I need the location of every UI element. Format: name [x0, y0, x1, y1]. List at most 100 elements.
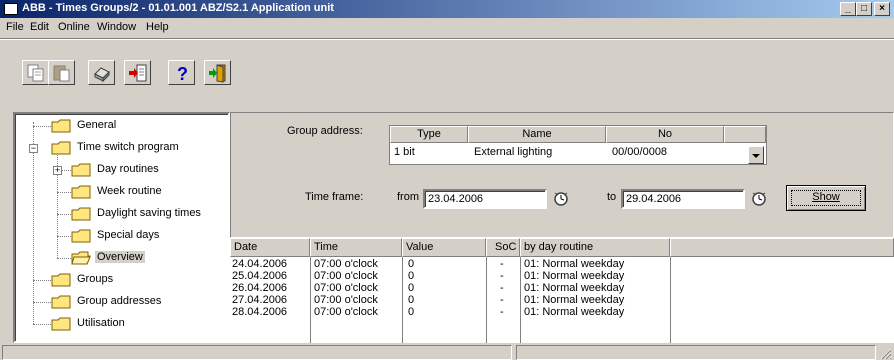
copy-button[interactable]: [22, 60, 49, 85]
menu-online[interactable]: Online: [58, 21, 90, 33]
from-date-field[interactable]: 23.04.2006: [423, 189, 547, 209]
group-address-header-blank: [724, 126, 766, 143]
folder-icon: [51, 273, 71, 287]
tree-item-label: Groups: [77, 273, 114, 285]
table-row[interactable]: 26.04.2006 07:00 o'clock 0 - 01: Normal …: [230, 282, 894, 294]
folder-icon: [71, 229, 91, 243]
cell-day-routine: 01: Normal weekday: [524, 306, 625, 318]
cell-day-routine: 01: Normal weekday: [524, 282, 625, 294]
column-header-time[interactable]: Time: [310, 238, 402, 257]
status-pane-main: [2, 345, 512, 360]
cell-soc: -: [500, 306, 504, 318]
table-row[interactable]: 27.04.2006 07:00 o'clock 0 - 01: Normal …: [230, 294, 894, 306]
time-frame-label: Time frame:: [305, 191, 364, 203]
column-header-blank: [670, 238, 894, 257]
help-icon: ?: [177, 64, 188, 83]
title-bar[interactable]: ABB - Times Groups/2 - 01.01.001 ABZ/S2.…: [0, 0, 894, 18]
tree-line: [33, 280, 51, 281]
import-button[interactable]: [124, 60, 151, 85]
help-button[interactable]: ?: [168, 60, 195, 85]
column-header-soc[interactable]: SoC: [486, 238, 520, 257]
column-header-day-routine[interactable]: by day routine: [520, 238, 670, 257]
group-address-header-name: Name: [468, 126, 606, 143]
group-address-header-no: No: [606, 126, 724, 143]
application-window: ABB - Times Groups/2 - 01.01.001 ABZ/S2.…: [0, 0, 894, 360]
paste-icon: [53, 65, 70, 82]
group-address-dropdown-button[interactable]: [748, 146, 764, 164]
folder-icon: [71, 185, 91, 199]
to-calendar-button[interactable]: [751, 191, 767, 207]
import-icon: [129, 64, 147, 82]
show-button[interactable]: Show: [786, 185, 866, 211]
folder-icon: [51, 141, 71, 155]
folder-icon: [51, 119, 71, 133]
from-calendar-button[interactable]: [553, 191, 569, 207]
tree-item-label: Daylight saving times: [97, 207, 201, 219]
tree-line: [33, 324, 51, 325]
navigation-tree: − + General Time switch program Day rout…: [13, 112, 230, 343]
menu-help[interactable]: Help: [146, 21, 169, 33]
cell-value: 0: [408, 294, 415, 306]
tree-item-label: Week routine: [97, 185, 162, 197]
cell-value: 0: [408, 306, 415, 318]
open-folder-icon: [71, 251, 91, 265]
group-address-type: 1 bit: [394, 146, 415, 158]
tree-item-label: General: [77, 119, 117, 131]
clock-icon: [554, 192, 568, 206]
group-address-name: External lighting: [474, 146, 553, 158]
cell-date: 25.04.2006: [232, 270, 288, 282]
tree-item-label: Utilisation: [77, 317, 125, 329]
svg-text:?: ?: [177, 64, 188, 83]
group-address-combo[interactable]: Type Name No 1 bit External lighting 00/…: [389, 125, 767, 165]
tree-line: [57, 236, 71, 237]
print-icon: [94, 67, 110, 83]
close-button[interactable]: ×: [874, 2, 890, 16]
expand-icon[interactable]: +: [53, 166, 62, 175]
column-header-value[interactable]: Value: [402, 238, 486, 257]
table-row[interactable]: 24.04.2006 07:00 o'clock 0 - 01: Normal …: [230, 258, 894, 270]
cell-value: 0: [408, 258, 415, 270]
from-label: from: [397, 191, 419, 203]
copy-icon: [27, 64, 44, 82]
overview-table: Date Time Value SoC by day routine 24.04…: [230, 238, 894, 343]
status-pane-secondary: [516, 345, 876, 360]
cell-day-routine: 01: Normal weekday: [524, 258, 625, 270]
cell-value: 0: [408, 270, 415, 282]
to-label: to: [607, 191, 617, 203]
collapse-icon[interactable]: −: [29, 144, 38, 153]
clock-icon: [752, 192, 766, 206]
cell-value: 0: [408, 282, 415, 294]
exit-icon: [209, 64, 226, 83]
tree-item-label: Special days: [97, 229, 160, 241]
status-bar: [0, 343, 894, 360]
table-row[interactable]: 28.04.2006 07:00 o'clock 0 - 01: Normal …: [230, 306, 894, 318]
table-row[interactable]: 25.04.2006 07:00 o'clock 0 - 01: Normal …: [230, 270, 894, 282]
cell-date: 28.04.2006: [232, 306, 288, 318]
group-address-label: Group address:: [287, 125, 363, 137]
tree-line: [57, 192, 71, 193]
cell-date: 26.04.2006: [232, 282, 288, 294]
print-button[interactable]: [88, 60, 115, 85]
tree-item-label: Overview: [95, 251, 145, 263]
cell-date: 24.04.2006: [232, 258, 288, 270]
tree-line: [33, 126, 51, 127]
tree-item-label: Time switch program: [77, 141, 179, 153]
cell-time: 07:00 o'clock: [314, 294, 378, 306]
exit-button[interactable]: [204, 60, 231, 85]
resize-grip-icon[interactable]: [878, 346, 892, 360]
paste-button[interactable]: [48, 60, 75, 85]
menu-edit[interactable]: Edit: [30, 21, 49, 33]
tree-item-label: Group addresses: [77, 295, 162, 307]
cell-soc: -: [500, 270, 504, 282]
cell-soc: -: [500, 282, 504, 294]
cell-time: 07:00 o'clock: [314, 258, 378, 270]
menu-file[interactable]: File: [6, 21, 24, 33]
column-header-date[interactable]: Date: [230, 238, 310, 257]
minimize-button[interactable]: _: [840, 2, 856, 16]
cell-time: 07:00 o'clock: [314, 282, 378, 294]
group-address-header-type: Type: [390, 126, 468, 143]
to-date-field[interactable]: 29.04.2006: [621, 189, 745, 209]
menu-window[interactable]: Window: [97, 21, 136, 33]
menu-bar: File Edit Online Window Help: [0, 18, 894, 37]
maximize-button[interactable]: □: [856, 2, 872, 16]
